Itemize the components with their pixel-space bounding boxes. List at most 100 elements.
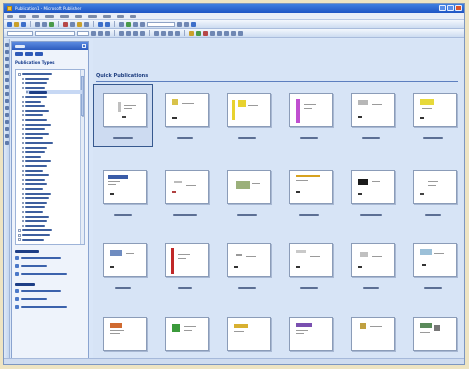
tree-item[interactable]: [22, 100, 82, 104]
decrease-indent-icon[interactable]: [168, 30, 173, 36]
tree-item[interactable]: [22, 136, 82, 140]
tree-item[interactable]: [22, 224, 82, 228]
publication-thumbnail[interactable]: [217, 234, 277, 297]
tree-item[interactable]: [18, 238, 82, 242]
numbering-icon[interactable]: [154, 30, 159, 36]
underline-icon[interactable]: [105, 30, 110, 36]
close-icon[interactable]: [82, 44, 86, 48]
menu-item[interactable]: [103, 14, 111, 18]
menu-item[interactable]: [130, 14, 136, 18]
line-color-icon[interactable]: [196, 30, 201, 36]
undo-icon[interactable]: [98, 21, 103, 27]
3d-style-icon[interactable]: [238, 30, 243, 36]
task-pane-link[interactable]: [15, 262, 85, 270]
tree-item[interactable]: [22, 215, 82, 219]
publication-thumbnail[interactable]: [155, 84, 215, 147]
menu-item[interactable]: [19, 14, 26, 18]
tree-item[interactable]: [22, 81, 82, 85]
oval-icon[interactable]: [5, 99, 9, 103]
cut-icon[interactable]: [63, 21, 68, 27]
publication-thumbnail[interactable]: [279, 234, 339, 297]
tree-item[interactable]: [22, 146, 82, 150]
back-arrow-icon[interactable]: [15, 51, 23, 56]
bullets-icon[interactable]: [161, 30, 166, 36]
publication-thumbnail[interactable]: [155, 161, 215, 224]
open-icon[interactable]: [14, 21, 19, 27]
tree-item[interactable]: [22, 205, 82, 209]
maximize-icon[interactable]: [447, 5, 454, 11]
tree-item[interactable]: [22, 77, 82, 81]
expand-icon[interactable]: [18, 238, 21, 242]
tree-item[interactable]: [22, 164, 82, 168]
publication-thumbnail[interactable]: [217, 84, 277, 147]
arrow-style-icon[interactable]: [224, 30, 229, 36]
line-icon[interactable]: [5, 85, 9, 89]
publication-thumbnail[interactable]: [93, 234, 153, 297]
tree-item[interactable]: [22, 219, 82, 223]
tree-item[interactable]: [22, 173, 82, 177]
tree-item[interactable]: [18, 228, 82, 232]
publication-thumbnail[interactable]: [93, 308, 153, 364]
publication-thumbnail[interactable]: [341, 161, 401, 224]
shadow-style-icon[interactable]: [231, 30, 236, 36]
tree-item[interactable]: [22, 155, 82, 159]
select-icon[interactable]: [5, 43, 9, 47]
tree-item[interactable]: [22, 201, 82, 205]
table-icon[interactable]: [5, 57, 9, 61]
save-icon[interactable]: [21, 21, 26, 27]
spelling-icon[interactable]: [49, 21, 54, 27]
publication-thumbnail[interactable]: [279, 84, 339, 147]
text-box-icon[interactable]: [5, 50, 9, 54]
align-left-icon[interactable]: [119, 30, 124, 36]
publication-thumbnail[interactable]: [217, 308, 277, 364]
hot-spot-icon[interactable]: [5, 120, 9, 124]
tree-item[interactable]: [22, 123, 82, 127]
task-pane-link[interactable]: [15, 287, 85, 295]
tree-item[interactable]: [22, 141, 82, 145]
tree-item[interactable]: [22, 113, 82, 117]
zoom-combo[interactable]: [147, 21, 175, 27]
tree-item[interactable]: [26, 90, 82, 95]
tree-item[interactable]: [22, 159, 82, 163]
menu-item[interactable]: [32, 14, 39, 18]
publication-thumbnail[interactable]: [217, 161, 277, 224]
special-characters-icon[interactable]: [140, 21, 145, 27]
tree-item[interactable]: [22, 118, 82, 122]
tree-item[interactable]: [22, 95, 82, 99]
tree-item[interactable]: [22, 86, 82, 90]
publication-thumbnail[interactable]: [403, 84, 463, 147]
style-combo[interactable]: [7, 30, 33, 36]
publication-thumbnail[interactable]: [93, 161, 153, 224]
menu-item[interactable]: [45, 14, 54, 18]
expand-icon[interactable]: [18, 233, 21, 237]
tree-item[interactable]: [22, 127, 82, 131]
publication-thumbnail[interactable]: [155, 234, 215, 297]
menu-item[interactable]: [7, 14, 13, 18]
fill-color-icon[interactable]: [189, 30, 194, 36]
publication-thumbnail[interactable]: [403, 161, 463, 224]
task-pane-link[interactable]: [15, 254, 85, 262]
publication-thumbnail[interactable]: [279, 161, 339, 224]
form-control-icon[interactable]: [5, 127, 9, 131]
tree-item[interactable]: [22, 109, 82, 113]
publication-thumbnail[interactable]: [403, 308, 463, 364]
tree-item[interactable]: [22, 182, 82, 186]
copy-icon[interactable]: [70, 21, 75, 27]
picture-icon[interactable]: [5, 71, 9, 75]
print-preview-icon[interactable]: [42, 21, 47, 27]
autoshapes-icon[interactable]: [5, 113, 9, 117]
tree-item[interactable]: [22, 196, 82, 200]
tree-item[interactable]: [18, 72, 82, 76]
task-pane-link[interactable]: [15, 295, 85, 303]
dash-style-icon[interactable]: [217, 30, 222, 36]
tree-item[interactable]: [22, 132, 82, 136]
forward-arrow-icon[interactable]: [25, 51, 33, 56]
publication-thumbnail[interactable]: [279, 308, 339, 364]
italic-icon[interactable]: [98, 30, 103, 36]
publication-thumbnail[interactable]: [341, 84, 401, 147]
clip-art-icon[interactable]: [5, 78, 9, 82]
menu-item[interactable]: [117, 14, 124, 18]
tree-item[interactable]: [22, 210, 82, 214]
font-color-icon[interactable]: [203, 30, 208, 36]
arrow-icon[interactable]: [5, 92, 9, 96]
